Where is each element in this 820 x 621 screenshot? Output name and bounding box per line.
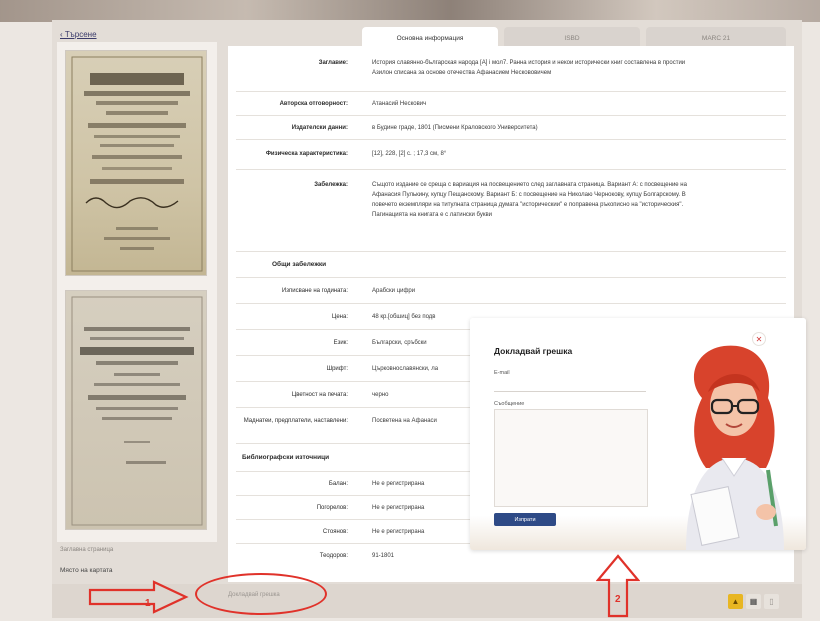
field-value: в Будине граде, 1801 (Писмени Краловског… xyxy=(372,125,538,131)
field-label: Заглавие: xyxy=(318,60,348,66)
message-field-label: Съобщение xyxy=(494,401,525,407)
share-icons: ▲ ▦ ▯ xyxy=(728,594,779,609)
share-facebook-icon[interactable]: ▲ xyxy=(728,594,743,609)
title-page-thumbnail[interactable] xyxy=(65,50,207,276)
section-general-notes: Общи забележки xyxy=(236,252,786,278)
field-label: Изписване на годината: xyxy=(281,288,348,294)
annotation-arrow-up xyxy=(596,554,640,618)
field-label: Авторска отговорност: xyxy=(279,101,348,107)
field-label: Физическа характеристика: xyxy=(265,151,348,157)
field-label: Език: xyxy=(333,340,348,346)
section-heading: Библиографски източници xyxy=(242,454,330,461)
field-value: Атанасий Нескович xyxy=(372,101,427,107)
map-location-label[interactable]: Място на картата xyxy=(60,567,113,574)
annotation-number-1: 1 xyxy=(145,598,151,609)
top-banner-image xyxy=(0,0,820,22)
field-label: Теодоров: xyxy=(319,553,348,559)
field-label: Цветност на печата: xyxy=(291,392,348,398)
document-icon[interactable]: ▯ xyxy=(764,594,779,609)
field-value: [12], 228, [2] с. ; 17,3 см, 8° xyxy=(372,151,447,157)
send-button[interactable]: Изпрати xyxy=(494,513,556,526)
illustration-woman xyxy=(686,345,784,550)
field-value: Арабски цифри xyxy=(372,288,416,294)
field-row-publication: Издателски данни: в Будине граде, 1801 (… xyxy=(236,116,786,140)
field-value: История славянно-българская народа [А] і… xyxy=(372,60,686,76)
modal-title: Докладвай грешка xyxy=(494,346,573,356)
report-error-modal: Докладвай грешка ✕ E-mail Съобщение Изпр… xyxy=(470,318,806,550)
field-value: 91-1801 xyxy=(372,553,395,559)
email-field[interactable] xyxy=(494,380,646,392)
variant-page-thumbnail[interactable] xyxy=(65,290,207,530)
field-row-physical: Физическа характеристика: [12], 228, [2]… xyxy=(236,140,786,170)
field-label: Цена: xyxy=(331,314,348,320)
field-row-notes: Забележка: Същото издание се среща с вар… xyxy=(236,170,786,252)
thumbnail-caption: Заглавна страница xyxy=(60,547,114,553)
back-link[interactable]: ‹ Търсене xyxy=(60,30,97,39)
annotation-arrow-right xyxy=(88,580,189,614)
annotation-ellipse xyxy=(195,573,327,615)
field-label: Погорелов: xyxy=(316,505,348,511)
field-label: Шрифт: xyxy=(326,366,348,372)
field-row-numbering: Изписване на годината: Арабски цифри xyxy=(236,278,786,304)
email-field-label: E-mail xyxy=(494,370,510,376)
field-label: Издателски данни: xyxy=(291,125,348,131)
field-label: Забележка: xyxy=(314,182,348,188)
annotation-number-2: 2 xyxy=(615,594,621,605)
message-field[interactable] xyxy=(494,409,648,507)
title-page-image xyxy=(71,56,203,272)
thumbnail-column xyxy=(57,42,217,542)
field-row-title: Заглавие: История славянно-българская на… xyxy=(236,50,786,92)
print-icon[interactable]: ▦ xyxy=(746,594,761,609)
field-label: Балан: xyxy=(328,481,348,487)
field-row-author: Авторска отговорност: Атанасий Нескович xyxy=(236,92,786,116)
section-heading: Общи забележки xyxy=(272,261,327,268)
variant-page-image xyxy=(71,296,203,526)
field-label: Стоянов: xyxy=(322,529,348,535)
field-label: Маднатеи, предплатели, наставлени: xyxy=(243,418,348,424)
field-value: Същото издание се среща с вариация на по… xyxy=(372,182,687,218)
